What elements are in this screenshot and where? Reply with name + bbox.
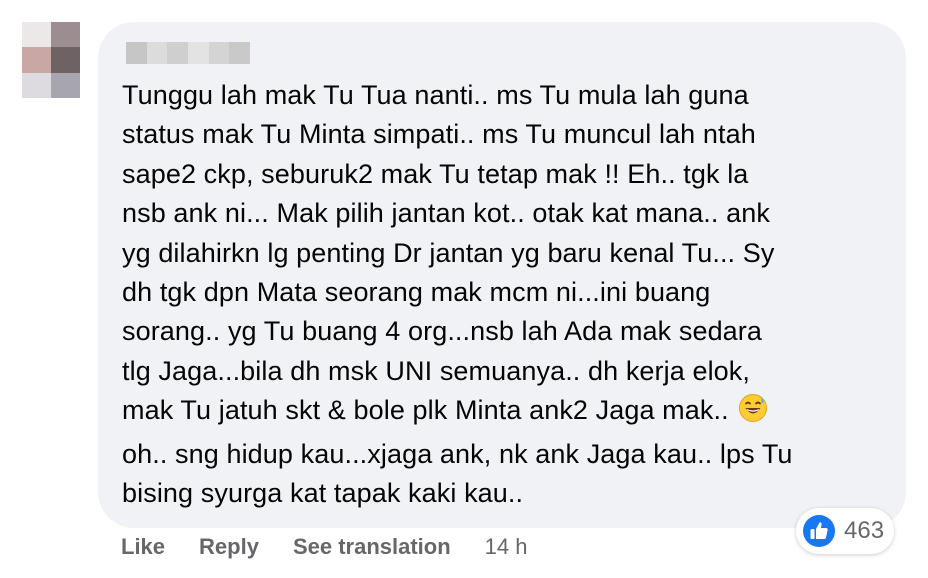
comment-line: sorang.. yg Tu buang 4 org...nsb lah Ada… <box>122 316 763 347</box>
comment-line: bising syurga kat tapak kaki kau.. <box>122 478 524 509</box>
reply-button[interactable]: Reply <box>199 534 259 560</box>
comment-actions: Like Reply See translation 14 h <box>121 532 528 562</box>
comment-line: dh tgk dpn Mata seorang mak mcm ni...ini… <box>122 277 711 308</box>
comment-line: tlg Jaga...bila dh msk UNI semuanya.. dh… <box>122 355 750 386</box>
timestamp[interactable]: 14 h <box>485 534 528 560</box>
avatar[interactable] <box>22 22 80 98</box>
author-name[interactable] <box>126 42 251 64</box>
reaction-summary[interactable]: 463 <box>796 508 895 554</box>
reaction-count: 463 <box>844 517 885 544</box>
comment-text: Tunggu lah mak Tu Tua nanti.. ms Tu mula… <box>122 76 882 513</box>
comment-line: oh.. sng hidup kau...xjaga ank, nk ank J… <box>122 438 793 469</box>
comment-line: sape2 ckp, seburuk2 mak Tu tetap mak !! … <box>122 158 749 189</box>
comment-line-with-emoji: mak Tu jatuh skt & bole plk Minta ank2 J… <box>122 391 882 434</box>
like-icon <box>803 515 835 547</box>
comment-line: yg dilahirkn lg penting Dr jantan yg bar… <box>122 237 775 268</box>
comment-line: mak Tu jatuh skt & bole plk Minta ank2 J… <box>122 395 729 426</box>
comment-line: nsb ank ni... Mak pilih jantan kot.. ota… <box>122 198 770 229</box>
like-button[interactable]: Like <box>121 534 165 560</box>
grinning-sweat-emoji-icon <box>738 393 768 434</box>
comment-line: status mak Tu Minta simpati.. ms Tu munc… <box>122 119 756 150</box>
comment-line: Tunggu lah mak Tu Tua nanti.. ms Tu mula… <box>122 80 749 110</box>
see-translation-link[interactable]: See translation <box>293 534 451 560</box>
